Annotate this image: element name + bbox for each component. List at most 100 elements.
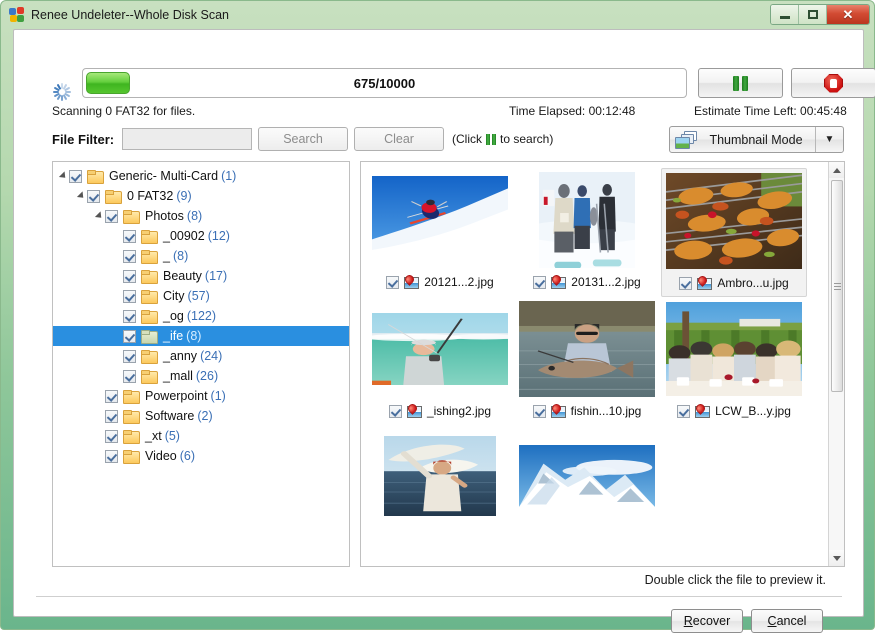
thumbnail-item[interactable] xyxy=(367,424,513,530)
thumbnail-caption: _ishing2.jpg xyxy=(389,404,491,418)
view-mode-label: Thumbnail Mode xyxy=(697,133,815,147)
thumbnail-image[interactable] xyxy=(517,301,657,397)
thumbnail-image[interactable] xyxy=(370,428,510,524)
tree-item-count: (6) xyxy=(180,449,195,463)
tree-item-checkbox[interactable] xyxy=(123,330,136,343)
thumbnail-item[interactable]: LCW_B...y.jpg xyxy=(661,297,807,424)
stop-button[interactable] xyxy=(791,68,875,98)
tree-item[interactable]: 0 FAT32(9) xyxy=(53,186,349,206)
maximize-button[interactable] xyxy=(799,5,827,24)
folder-tree-panel[interactable]: Generic- Multi-Card(1)0 FAT32(9)Photos(8… xyxy=(52,161,350,567)
tree-item[interactable]: Beauty(17) xyxy=(53,266,349,286)
thumbnail-grid: 20121...2.jpg20131...2.jpgAmbro...u.jpg_… xyxy=(361,162,829,566)
thumbnail-item[interactable] xyxy=(514,424,660,530)
thumbnail-image[interactable] xyxy=(664,301,804,397)
thumbnail-checkbox[interactable] xyxy=(677,405,690,418)
expand-arrow-icon[interactable] xyxy=(57,172,69,180)
tree-item[interactable]: _mall(26) xyxy=(53,366,349,386)
tree-item-label: _mall xyxy=(163,369,193,383)
thumbnail-item[interactable]: Ambro...u.jpg xyxy=(661,168,807,297)
scroll-down-icon[interactable] xyxy=(829,550,845,566)
scrollbar-thumb[interactable] xyxy=(831,180,843,392)
expand-arrow-icon[interactable] xyxy=(75,192,87,200)
tree-item-checkbox[interactable] xyxy=(123,290,136,303)
pause-button[interactable] xyxy=(698,68,783,98)
tree-item-checkbox[interactable] xyxy=(69,170,82,183)
recover-button[interactable]: Recover xyxy=(671,609,743,633)
tree-item-checkbox[interactable] xyxy=(105,210,118,223)
close-button[interactable]: ✕ xyxy=(827,5,869,24)
thumbnail-checkbox[interactable] xyxy=(386,276,399,289)
expand-arrow-icon[interactable] xyxy=(93,212,105,220)
folder-icon xyxy=(141,310,157,323)
file-thumbnail-panel[interactable]: 20121...2.jpg20131...2.jpgAmbro...u.jpg_… xyxy=(360,161,845,567)
tree-item[interactable]: _ife(8) xyxy=(53,326,349,346)
scroll-up-icon[interactable] xyxy=(829,162,845,178)
tree-item-label: _ife xyxy=(163,329,183,343)
chevron-down-icon[interactable]: ▼ xyxy=(815,127,843,152)
tree-item[interactable]: Photos(8) xyxy=(53,206,349,226)
thumbnail-filename: 20131...2.jpg xyxy=(571,275,640,289)
deleted-image-file-icon xyxy=(697,277,712,290)
tree-item-count: (1) xyxy=(221,169,236,183)
minimize-button[interactable] xyxy=(771,5,799,24)
thumbnail-image[interactable] xyxy=(370,301,510,397)
tree-item[interactable]: _(8) xyxy=(53,246,349,266)
tree-item-checkbox[interactable] xyxy=(105,390,118,403)
tree-item-label: _og xyxy=(163,309,184,323)
tree-item-count: (17) xyxy=(205,269,227,283)
tree-item-checkbox[interactable] xyxy=(123,350,136,363)
folder-icon xyxy=(141,250,157,263)
thumbnail-caption: fishin...10.jpg xyxy=(533,404,642,418)
folder-icon xyxy=(87,170,103,183)
tree-item-checkbox[interactable] xyxy=(105,430,118,443)
tree-item-count: (122) xyxy=(187,309,216,323)
tree-item-checkbox[interactable] xyxy=(123,250,136,263)
tree-item[interactable]: Software(2) xyxy=(53,406,349,426)
tree-item[interactable]: _00902(12) xyxy=(53,226,349,246)
tree-item[interactable]: _anny(24) xyxy=(53,346,349,366)
thumbnail-checkbox[interactable] xyxy=(533,276,546,289)
view-mode-dropdown[interactable]: Thumbnail Mode ▼ xyxy=(669,126,844,153)
thumbnail-checkbox[interactable] xyxy=(389,405,402,418)
tree-item-label: Powerpoint xyxy=(145,389,208,403)
tree-item[interactable]: City(57) xyxy=(53,286,349,306)
folder-icon xyxy=(123,430,139,443)
tree-item-checkbox[interactable] xyxy=(123,230,136,243)
file-filter-input[interactable] xyxy=(122,128,252,150)
tree-item-checkbox[interactable] xyxy=(123,270,136,283)
tree-item-checkbox[interactable] xyxy=(105,410,118,423)
thumbnail-item[interactable]: 20131...2.jpg xyxy=(514,168,660,297)
thumbnail-mode-icon xyxy=(675,131,697,149)
tree-item[interactable]: _xt(5) xyxy=(53,426,349,446)
tree-item-count: (8) xyxy=(186,329,201,343)
tree-item-checkbox[interactable] xyxy=(123,370,136,383)
thumbnail-item[interactable]: 20121...2.jpg xyxy=(367,168,513,297)
thumbnail-scrollbar[interactable] xyxy=(828,162,844,566)
thumbnail-item[interactable]: fishin...10.jpg xyxy=(514,297,660,424)
tree-item[interactable]: _og(122) xyxy=(53,306,349,326)
tree-item-checkbox[interactable] xyxy=(123,310,136,323)
tree-item[interactable]: Video(6) xyxy=(53,446,349,466)
thumbnail-checkbox[interactable] xyxy=(533,405,546,418)
tree-item-count: (12) xyxy=(208,229,230,243)
thumbnail-image[interactable] xyxy=(517,428,657,524)
clear-button[interactable]: Clear xyxy=(354,127,444,151)
cancel-button[interactable]: Cancel xyxy=(751,609,823,633)
search-button[interactable]: Search xyxy=(258,127,348,151)
tree-item[interactable]: Generic- Multi-Card(1) xyxy=(53,166,349,186)
tree-item-checkbox[interactable] xyxy=(87,190,100,203)
thumbnail-image[interactable] xyxy=(517,172,657,268)
tree-item[interactable]: Powerpoint(1) xyxy=(53,386,349,406)
thumbnail-item[interactable]: _ishing2.jpg xyxy=(367,297,513,424)
minimize-icon xyxy=(780,16,790,19)
thumbnail-row: _ishing2.jpg fishin...10.jpg LCW_B...y.jpg xyxy=(367,297,829,424)
window-title: Renee Undeleter--Whole Disk Scan xyxy=(31,8,229,22)
thumbnail-image[interactable] xyxy=(664,173,804,269)
tree-item-label: Video xyxy=(145,449,177,463)
folder-icon xyxy=(141,330,157,343)
thumbnail-checkbox[interactable] xyxy=(679,277,692,290)
tree-item-label: _00902 xyxy=(163,229,205,243)
tree-item-checkbox[interactable] xyxy=(105,450,118,463)
thumbnail-image[interactable] xyxy=(370,172,510,268)
